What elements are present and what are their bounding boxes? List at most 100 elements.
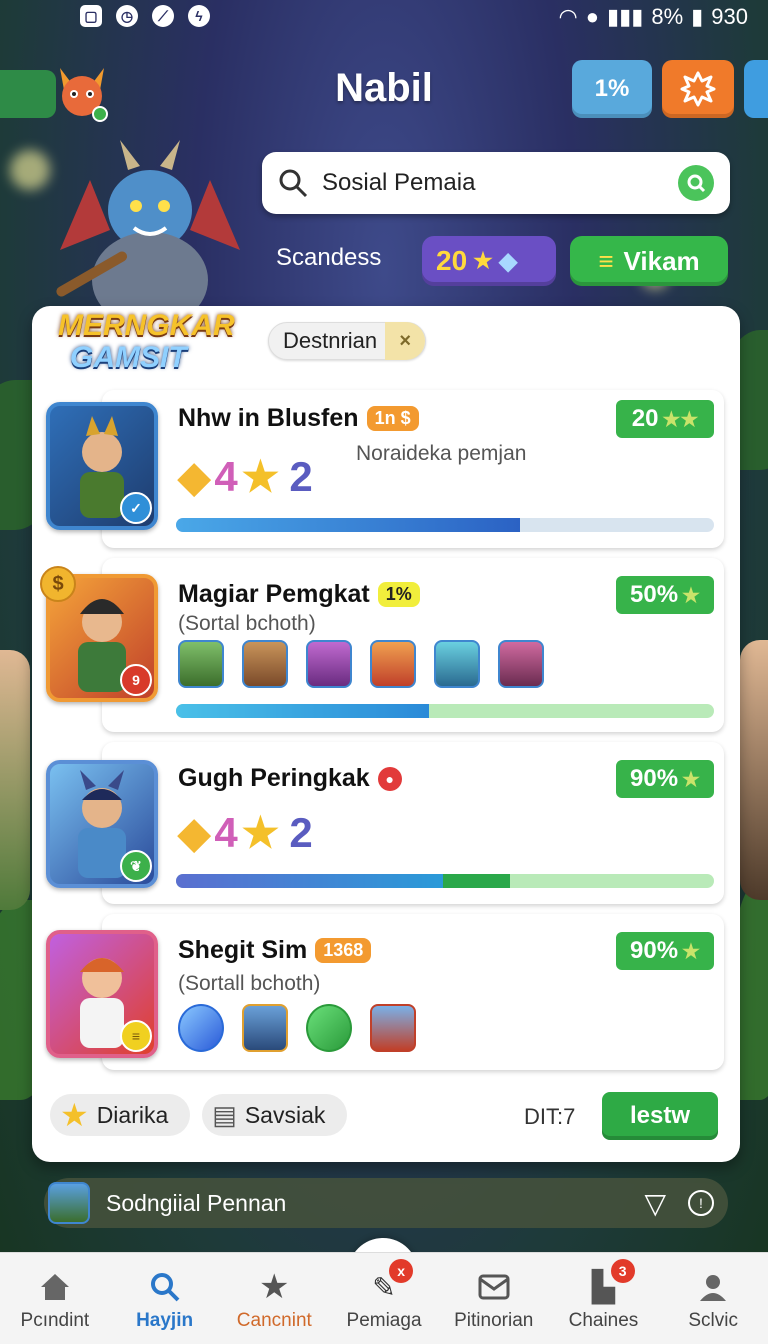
- edge-menu-button[interactable]: [744, 60, 768, 118]
- notification-badge: 3: [610, 1259, 635, 1283]
- percent-badge: 20 ★★: [616, 400, 714, 438]
- player-avatar[interactable]: [242, 640, 288, 688]
- settings-button[interactable]: [662, 60, 734, 118]
- crystal-reward-icon[interactable]: [178, 1004, 224, 1052]
- signal-icon: ▮▮▮: [607, 4, 644, 29]
- card-title-row: Shegit Sim 1368: [178, 936, 372, 965]
- save-button[interactable]: ▤ Savsiak: [202, 1094, 348, 1136]
- profile-icon: [696, 1270, 730, 1304]
- card-title-row: Magiar Pemgkat 1%: [178, 580, 420, 609]
- star-icon: ★: [473, 248, 493, 273]
- percent-value: 20: [631, 405, 659, 432]
- hero-reward-icon[interactable]: [370, 1004, 416, 1052]
- nav-label: Pemiaga: [346, 1310, 422, 1331]
- robot-reward-icon[interactable]: [242, 1004, 288, 1052]
- clock-time: 930: [711, 4, 748, 29]
- favorites-button[interactable]: ★ Diarika: [50, 1094, 191, 1136]
- score-badge[interactable]: 20 ★ ◆: [422, 236, 556, 286]
- bolt-icon: ϟ: [188, 5, 210, 27]
- gem-icon: ◆: [178, 809, 211, 856]
- check-reward-icon[interactable]: [306, 1004, 352, 1052]
- info-icon[interactable]: !: [688, 1190, 714, 1216]
- search-input[interactable]: Sosial Pemaia: [322, 169, 678, 197]
- progress-bar: [176, 518, 714, 532]
- percent-value: 90%: [630, 937, 679, 964]
- star-icon: ★: [60, 1097, 89, 1133]
- nav-item-search[interactable]: Hayjin: [110, 1253, 220, 1344]
- chevron-down-icon[interactable]: ▽: [644, 1187, 666, 1220]
- reward-icons: [178, 1004, 416, 1052]
- card-badge: 9: [120, 664, 152, 696]
- nav-item-chaines[interactable]: ▙ Chaines 3: [549, 1253, 659, 1344]
- ranking-card[interactable]: Shegit Sim 1368 (Sortall bchoth) 90% ★: [102, 914, 724, 1070]
- card-title: Nhw in Blusfen: [178, 404, 359, 432]
- game-logo-line2: GAMSIT: [70, 341, 187, 374]
- percent-button[interactable]: 1%: [572, 60, 652, 118]
- vikam-button[interactable]: ≡ Vikam: [570, 236, 728, 286]
- percent-badge: 50% ★: [616, 576, 714, 614]
- progress-bar: [176, 874, 714, 888]
- star-icon: ★: [259, 1268, 290, 1306]
- ticker-text: Sodngiial Pennan: [106, 1189, 287, 1216]
- bottom-nav: Pcındint Hayjin ★ Cancnint ✎ Pemiaga x P…: [0, 1252, 768, 1344]
- ranking-card[interactable]: Gugh Peringkak ● ◆ 4 ★ 2 90% ★: [102, 742, 724, 904]
- leaf-icon: ⟋: [152, 5, 174, 27]
- game-thumbnail[interactable]: ✓: [46, 402, 158, 530]
- card-tag: 1368: [315, 938, 372, 963]
- card-title: Shegit Sim: [178, 936, 308, 964]
- nav-label: Hayjin: [136, 1310, 194, 1331]
- star-icon: ★: [241, 453, 280, 500]
- player-avatar[interactable]: [178, 640, 224, 688]
- card-tag: 1n $: [366, 406, 419, 431]
- page-title: Nabil: [335, 66, 433, 110]
- card-subtitle: (Sortall bchoth): [178, 972, 321, 995]
- rating-a: 4: [214, 808, 238, 856]
- panel-actions: ★ Diarika ▤ Savsiak: [50, 1094, 348, 1136]
- filter-chip[interactable]: Destnrian ×: [268, 322, 427, 360]
- search-go-icon: [687, 174, 706, 193]
- player-avatar[interactable]: [306, 640, 352, 688]
- counter-text: DIT:7: [524, 1104, 576, 1129]
- player-avatar[interactable]: [498, 640, 544, 688]
- nav-item-profile[interactable]: Sclvic: [658, 1253, 768, 1344]
- player-avatars: [178, 640, 544, 688]
- activity-ticker[interactable]: Sodngiial Pennan ▽ !: [44, 1178, 728, 1228]
- gear-icon: [680, 71, 716, 107]
- side-character: [740, 640, 768, 900]
- leaf-icon: ❦: [120, 850, 152, 882]
- nav-label: Cancnint: [236, 1310, 312, 1331]
- primary-action-button[interactable]: lestw: [602, 1092, 718, 1140]
- star-icon: ★: [682, 584, 700, 607]
- percent-value: 50%: [630, 581, 679, 608]
- card-title: Gugh Peringkak: [178, 764, 370, 792]
- nav-item-favorites[interactable]: ★ Cancnint: [219, 1253, 329, 1344]
- coin-icon: $: [40, 566, 76, 602]
- nav-item-edit[interactable]: ✎ Pemiaga x: [329, 1253, 439, 1344]
- rating-row: ◆ 4 ★ 2: [178, 452, 313, 501]
- side-character: [0, 650, 30, 910]
- player-avatar[interactable]: [370, 640, 416, 688]
- card-title: Magiar Pemgkat: [178, 580, 370, 608]
- game-thumbnail[interactable]: ❦: [46, 760, 158, 888]
- search-submit-button[interactable]: [678, 165, 714, 201]
- game-thumbnail[interactable]: ≡: [46, 930, 158, 1058]
- gem-icon: ◆: [178, 453, 211, 500]
- nav-item-home[interactable]: Pcındint: [0, 1253, 110, 1344]
- nav-item-mail[interactable]: Pitinorian: [439, 1253, 549, 1344]
- percent-badge: 90% ★: [616, 932, 714, 970]
- rating-row: ◆ 4 ★ 2: [178, 808, 313, 857]
- close-icon[interactable]: ×: [385, 322, 426, 360]
- nav-label: Pcındint: [20, 1310, 90, 1331]
- card-subtitle: Noraideka pemjan: [356, 442, 527, 465]
- ranking-card[interactable]: Magiar Pemgkat 1% (Sortal bchoth) 50% ★: [102, 558, 724, 732]
- stats-label: Scandess: [276, 244, 382, 271]
- game-logo: MERNGKAR GAMSIT: [58, 310, 238, 374]
- notification-badge: x: [389, 1259, 414, 1283]
- percent-value: 90%: [630, 765, 679, 792]
- search-bar[interactable]: Sosial Pemaia: [262, 152, 730, 214]
- player-avatar[interactable]: [434, 640, 480, 688]
- star-icon: ★: [241, 809, 280, 856]
- card-title-row: Gugh Peringkak ●: [178, 764, 402, 793]
- ranking-card[interactable]: Nhw in Blusfen 1n $ Noraideka pemjan ◆ 4…: [102, 390, 724, 548]
- card-tag: 1%: [377, 582, 420, 607]
